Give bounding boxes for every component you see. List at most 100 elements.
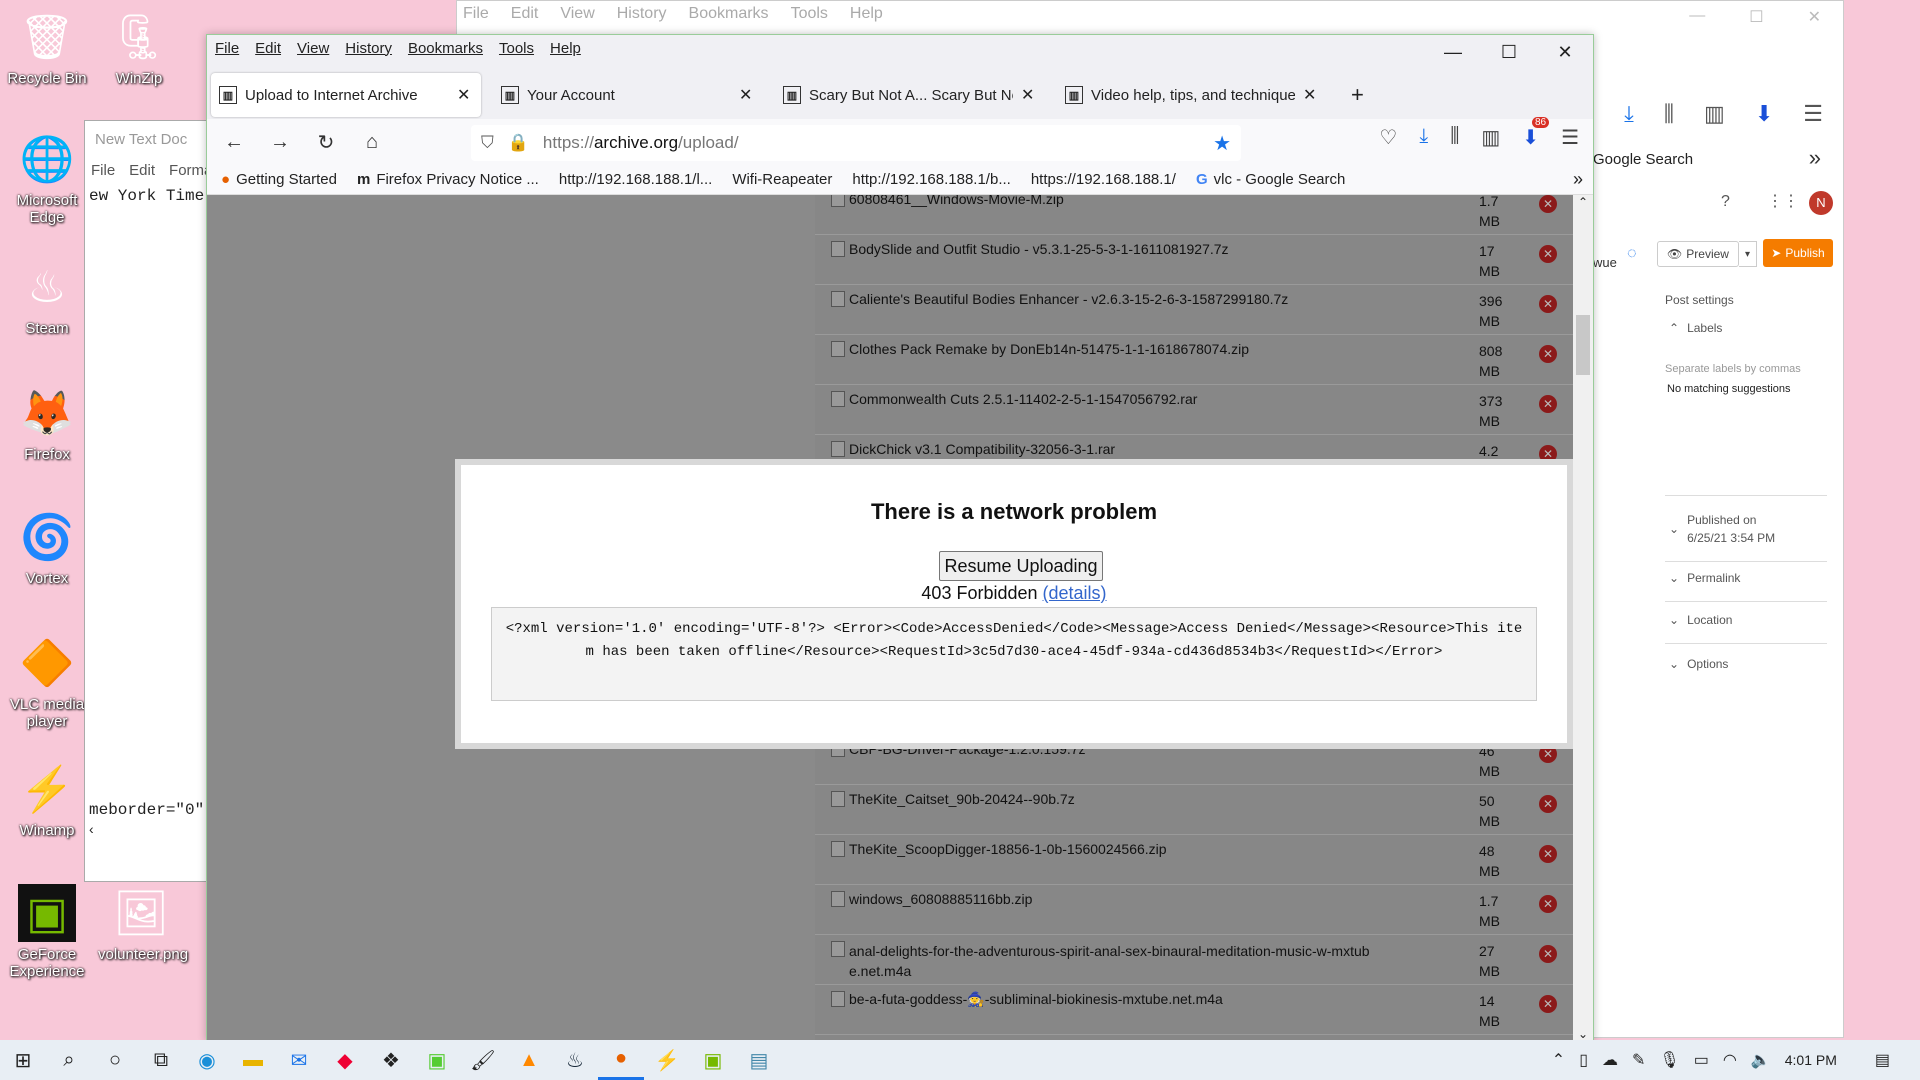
bg-menu-view[interactable]: View [560, 5, 594, 23]
bookmark-privacy-notice[interactable]: m Firefox Privacy Notice ... [357, 171, 539, 188]
tab-close-icon[interactable]: ✕ [1021, 85, 1037, 105]
remove-file-icon[interactable]: ✕ [1539, 945, 1557, 963]
bg-menu-help[interactable]: Help [850, 5, 883, 23]
scroll-down-icon[interactable]: ⌄ [1573, 1027, 1593, 1041]
device-icon[interactable]: ▯ [1579, 1050, 1588, 1070]
task-view-icon[interactable]: ⧉ [138, 1040, 184, 1080]
geforce-taskbar-icon[interactable]: ▣ [690, 1040, 736, 1080]
library-icon[interactable]: ⫼ [1450, 125, 1459, 150]
more-bookmarks-icon[interactable]: » [1809, 145, 1821, 171]
menu-edit[interactable]: Edit [255, 40, 281, 57]
file-explorer-icon[interactable]: ▬ [230, 1040, 276, 1080]
menu-icon[interactable]: ☰ [1803, 101, 1823, 127]
tab-close-icon[interactable]: ✕ [1303, 85, 1319, 105]
edge-taskbar-icon[interactable]: ◉ [184, 1040, 230, 1080]
wifi-icon[interactable]: ◠ [1723, 1050, 1737, 1070]
location-section[interactable]: ⌄ Location [1669, 613, 1732, 627]
remove-file-icon[interactable]: ✕ [1539, 795, 1557, 813]
notepad-window[interactable]: New Text Doc File Edit Forma ew York Tim… [84, 120, 214, 882]
tab-video-help[interactable]: ▥ Video help, tips, and techniques ✕ [1057, 73, 1327, 117]
download-icon[interactable]: ⤓ [1419, 125, 1428, 150]
bg-menu-bookmarks[interactable]: Bookmarks [689, 5, 769, 23]
resume-uploading-button[interactable]: Resume Uploading [939, 551, 1103, 581]
extension-icon[interactable]: ⬇ [1755, 101, 1773, 127]
dropbox-icon[interactable]: ❖ [368, 1040, 414, 1080]
remove-file-icon[interactable]: ✕ [1539, 845, 1557, 863]
shield-icon[interactable]: ⛉ [481, 133, 494, 153]
desktop-icon-recycle-bin[interactable]: 🗑 Recycle Bin [4, 8, 90, 87]
bg-menu-tools[interactable]: Tools [791, 5, 828, 23]
reload-icon[interactable]: ↻ [315, 130, 337, 155]
url-text[interactable]: https://archive.org/upload/ [543, 133, 1199, 153]
desktop-icon-edge[interactable]: 🌐 Microsoft Edge [4, 130, 90, 226]
vlc-taskbar-icon[interactable]: ▲ [506, 1040, 552, 1080]
microphone-icon[interactable]: 🎙 [1659, 1050, 1679, 1070]
scroll-up-icon[interactable]: ⌃ [1573, 195, 1593, 209]
maximize-icon[interactable]: ☐ [1749, 7, 1763, 27]
search-icon[interactable]: ⌕ [46, 1040, 92, 1080]
sidebar-icon[interactable]: ▥ [1704, 101, 1725, 127]
tab-close-icon[interactable]: ✕ [739, 85, 755, 105]
menu-file[interactable]: File [215, 40, 239, 57]
desktop-icon-steam[interactable]: ♨ Steam [4, 258, 90, 338]
cortana-icon[interactable]: ○ [92, 1040, 138, 1080]
clock[interactable]: 4:01 PM [1785, 1052, 1837, 1068]
maximize-icon[interactable]: ☐ [1481, 35, 1537, 69]
paint-icon[interactable]: 🖌 [460, 1040, 506, 1080]
labels-section[interactable]: ⌃ Labels [1669, 321, 1722, 335]
avatar[interactable]: N [1809, 191, 1833, 215]
tab-your-account[interactable]: ▥ Your Account ✕ [493, 73, 763, 117]
desktop-icon-winamp[interactable]: ⚡ Winamp [4, 760, 90, 839]
published-on-section[interactable]: ⌄ Published on 6/25/21 3:54 PM [1669, 511, 1775, 547]
bg-menu-history[interactable]: History [617, 5, 667, 23]
bg-menu-edit[interactable]: Edit [511, 5, 539, 23]
firefox-window[interactable]: File Edit View History Bookmarks Tools H… [206, 34, 1594, 1042]
menu-bookmarks[interactable]: Bookmarks [408, 40, 483, 57]
steam-taskbar-icon[interactable]: ♨ [552, 1040, 598, 1080]
bookmark-router-2[interactable]: http://192.168.188.1/b... [852, 171, 1010, 188]
remove-file-icon[interactable]: ✕ [1539, 245, 1557, 263]
desktop-icon-geforce[interactable]: ▣ GeForce Experience [4, 884, 90, 980]
preview-button[interactable]: 👁 Preview [1657, 241, 1739, 267]
desktop-icon-volunteer[interactable]: 🖼 volunteer.png [98, 884, 188, 963]
options-section[interactable]: ⌄ Options [1669, 657, 1728, 671]
back-icon[interactable]: ← [223, 131, 245, 154]
menu-view[interactable]: View [297, 40, 329, 57]
remove-file-icon[interactable]: ✕ [1539, 195, 1557, 213]
download-icon[interactable]: ⤓ [1624, 101, 1634, 127]
firefox-taskbar-icon[interactable]: ● [598, 1040, 644, 1080]
notepad-text-line[interactable]: ew York Time [85, 183, 213, 209]
bg-menu-file[interactable]: File [463, 5, 489, 23]
menu-icon[interactable]: ☰ [1561, 125, 1579, 150]
minimize-icon[interactable]: — [1425, 35, 1481, 69]
desktop-icon-firefox[interactable]: 🦊 Firefox [4, 384, 90, 463]
remove-file-icon[interactable]: ✕ [1539, 995, 1557, 1013]
sidebar-icon[interactable]: ▥ [1481, 125, 1500, 150]
notepad-menu-edit[interactable]: Edit [129, 162, 155, 179]
remove-file-icon[interactable]: ✕ [1539, 395, 1557, 413]
tab-scary-but-not[interactable]: ▥ Scary But Not A... Scary But Not ✕ [775, 73, 1045, 117]
forward-icon[interactable]: → [269, 131, 291, 154]
winamp-taskbar-icon[interactable]: ⚡ [644, 1040, 690, 1080]
tab-close-icon[interactable]: ✕ [457, 85, 473, 105]
app-green-icon[interactable]: ▣ [414, 1040, 460, 1080]
remove-file-icon[interactable]: ✕ [1539, 345, 1557, 363]
notifications-icon[interactable]: ▤ [1875, 1050, 1890, 1070]
bookmark-wifi-repeater[interactable]: Wifi-Reapeater [732, 171, 832, 188]
mail-icon[interactable]: ✉ [276, 1040, 322, 1080]
desktop-icon-vortex[interactable]: 🌀 Vortex [4, 508, 90, 587]
battery-icon[interactable]: ▭ [1694, 1050, 1709, 1070]
tab-upload-archive[interactable]: ▥ Upload to Internet Archive ✕ [211, 73, 481, 117]
bookmark-router-3[interactable]: https://192.168.188.1/ [1031, 171, 1176, 188]
scroll-left-icon[interactable]: ‹ [89, 821, 94, 837]
url-bar[interactable]: ⛉ 🔒 https://archive.org/upload/ ★ [471, 125, 1241, 161]
extension-icon[interactable]: ⬇ 86 [1522, 117, 1550, 150]
pocket-icon[interactable]: ♡ [1379, 125, 1397, 150]
pen-icon[interactable]: ✎ [1632, 1050, 1645, 1070]
desktop-icon-winzip[interactable]: 🗜 WinZip [96, 8, 182, 87]
help-icon[interactable]: ? [1721, 193, 1730, 211]
remove-file-icon[interactable]: ✕ [1539, 295, 1557, 313]
home-icon[interactable]: ⌂ [361, 131, 383, 154]
bookmark-router-1[interactable]: http://192.168.188.1/l... [559, 171, 712, 188]
app-red-icon[interactable]: ◆ [322, 1040, 368, 1080]
